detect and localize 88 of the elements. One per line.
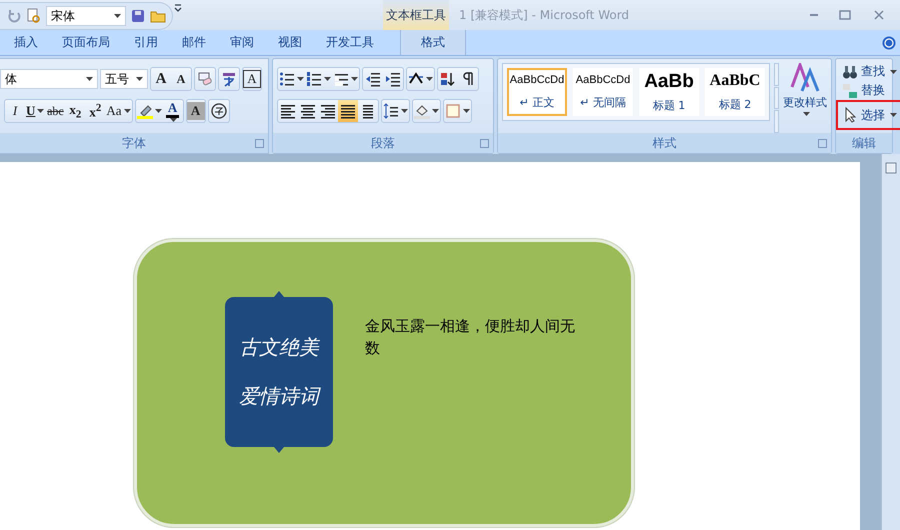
help-icon [882, 36, 896, 50]
caret-icon [426, 77, 433, 81]
banner-text: 古文绝美 [239, 334, 319, 361]
caret-icon [463, 109, 470, 113]
change-case-button[interactable]: Aa [105, 100, 132, 122]
highlighter-icon [136, 103, 153, 119]
character-shading-button[interactable]: A [186, 102, 205, 120]
script-button[interactable]: x$_{2}$ [65, 100, 86, 122]
caret-icon [432, 109, 439, 113]
caret-icon [136, 77, 143, 81]
caret-icon [114, 14, 121, 18]
style-name: ↵ 无间隔 [580, 95, 626, 110]
phonetic-guide-icon [221, 71, 237, 87]
style-preview: AaBbCcDd [510, 74, 564, 86]
ribbon-tab[interactable]: 邮件 [170, 30, 218, 55]
caret-icon [86, 77, 93, 81]
ribbon-tab[interactable]: 格式 [400, 30, 466, 55]
font-name-field[interactable]: 宋体 [46, 6, 126, 26]
shrink-font-button[interactable]: A [171, 68, 191, 90]
editing-button[interactable]: 查找 [836, 62, 900, 81]
minimize-icon [810, 14, 818, 16]
font-color-button[interactable]: A [162, 100, 183, 122]
print-preview-icon [26, 8, 42, 24]
align-icon [280, 103, 296, 119]
undo-icon [6, 8, 22, 24]
align-icon [300, 103, 316, 119]
indent-icon [385, 71, 401, 87]
eraser-icon [197, 71, 213, 87]
align-icon [360, 103, 376, 119]
style-name: 标题 1 [652, 98, 686, 113]
group-label: 样式 [498, 133, 831, 153]
sort-icon [440, 71, 456, 87]
underline-button[interactable]: U [25, 100, 46, 122]
grow-font-button[interactable]: A [151, 68, 171, 90]
style-name: ↵ 正文 [520, 94, 554, 110]
caret-icon [351, 77, 358, 81]
align-button[interactable] [338, 100, 358, 122]
ribbon-tab[interactable]: 审阅 [218, 30, 266, 55]
paint-bucket-icon [414, 103, 430, 119]
script-button[interactable]: x$^{2}$ [85, 100, 106, 122]
maximize-icon [838, 8, 852, 22]
circled-character-icon [210, 103, 227, 119]
caret-icon [324, 77, 331, 81]
binoculars-icon [842, 64, 858, 80]
caret-icon [297, 77, 304, 81]
strikethrough-button[interactable]: abc [45, 100, 66, 122]
editing-button[interactable]: 替换 [836, 81, 891, 100]
font-size-field[interactable]: 五号 [100, 69, 148, 89]
save-icon [130, 8, 146, 24]
italic-button[interactable]: I [5, 100, 25, 122]
font-name-field[interactable]: 体 [0, 69, 98, 89]
contextual-tab-group-label: 文本框工具 [383, 0, 449, 30]
align-icon [340, 103, 356, 119]
vertical-scrollbar[interactable] [881, 154, 900, 530]
outdent-icon [365, 71, 381, 87]
close-icon [872, 8, 886, 22]
line-spacing-icon [383, 103, 399, 119]
change-styles-button[interactable]: 更改样式 [783, 63, 827, 133]
style-item[interactable]: AaBbC 标题 2 [705, 68, 765, 116]
replace-icon [842, 82, 858, 98]
style-item[interactable]: AaBbCcDd ↵ 正文 [507, 68, 567, 116]
group-label: 段落 [273, 133, 493, 153]
ribbon-tab[interactable]: 页面布局 [50, 30, 122, 55]
bullet-list-icon [279, 71, 295, 87]
ribbon-tab[interactable]: 引用 [122, 30, 170, 55]
numbered-list-icon [306, 71, 322, 87]
caret-icon [401, 109, 408, 113]
window-title: 1 [兼容模式] - Microsoft Word [458, 6, 630, 24]
group-label: 编辑 [836, 133, 892, 153]
border-icon [445, 103, 461, 119]
body-text: 金风玉露一相逢，便胜却人间无数 [365, 316, 576, 359]
ribbon-tab[interactable]: 视图 [266, 30, 314, 55]
ribbon-tab[interactable]: 插入 [2, 30, 50, 55]
banner-text: 爱情诗词 [239, 383, 319, 410]
caret-icon [802, 112, 810, 116]
style-name: 标题 2 [718, 96, 752, 112]
editing-button[interactable]: 选择 [836, 100, 900, 130]
styles-letters-icon [790, 63, 820, 93]
multilevel-list-icon [333, 71, 349, 87]
style-item[interactable]: AaBb 标题 1 [639, 68, 699, 116]
character-border-button[interactable]: A [243, 70, 261, 88]
ribbon-tab[interactable]: 开发工具 [314, 30, 386, 55]
style-preview: AaBbCcDd [576, 74, 630, 86]
style-item[interactable]: AaBbCcDd ↵ 无间隔 [573, 68, 633, 116]
group-label: 字体 [0, 133, 268, 153]
align-icon [320, 103, 336, 119]
style-preview: AaBb [644, 71, 694, 94]
style-preview: AaBbC [710, 72, 760, 90]
